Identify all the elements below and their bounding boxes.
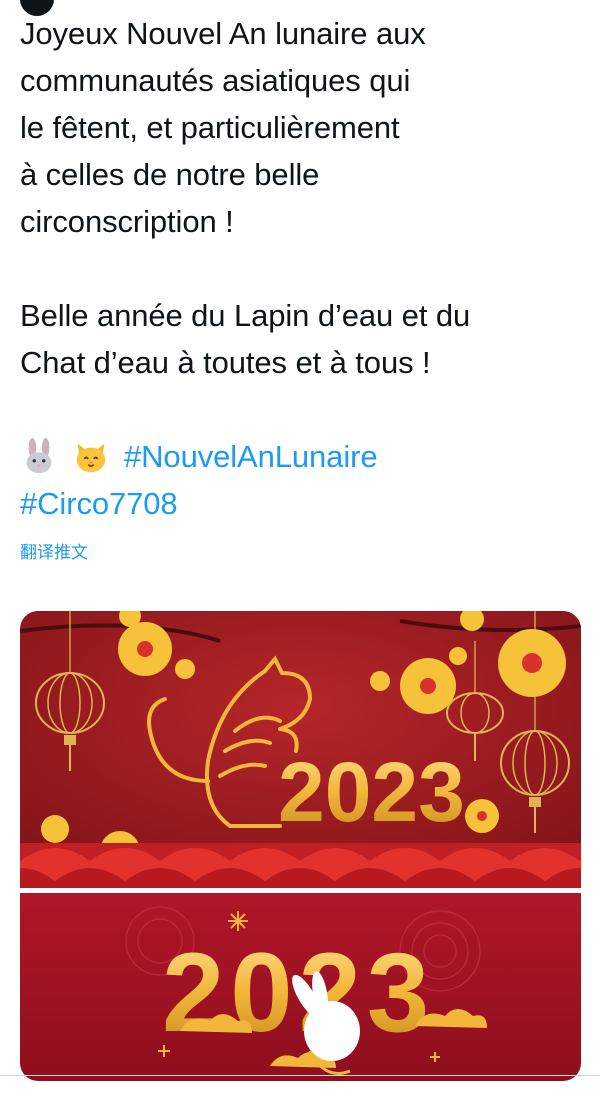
hashtag-link[interactable]: #Circo7708 [20,480,580,527]
translate-tweet-link[interactable]: 翻译推文 [20,538,88,563]
tweet-line: le fêtent, et particulièrement [20,110,400,145]
panel-divider [20,888,581,893]
tweet-line: à celles de notre belle [20,157,320,192]
tweet-text: Joyeux Nouvel An lunaire aux communautés… [20,10,580,527]
divider [0,1075,600,1076]
hashtag-link[interactable]: #NouvelAnLunaire [124,433,378,480]
tweet-line: Joyeux Nouvel An lunaire aux [20,16,426,51]
tweet-image[interactable]: 2023 2023 [20,611,581,1081]
emoji-hashtag-line: #NouvelAnLunaire [20,433,580,480]
rabbit-face-emoji [26,437,52,473]
tweet-line: Chat d’eau à toutes et à tous ! [20,345,431,380]
cat-face-emoji [76,443,106,472]
tweet-line: circonscription ! [20,204,234,239]
tweet-line: Belle année du Lapin d’eau et du [20,298,471,333]
tweet-line: communautés asiatiques qui [20,63,411,98]
wave-band [20,843,581,891]
year-text-top: 2023 [278,745,465,839]
